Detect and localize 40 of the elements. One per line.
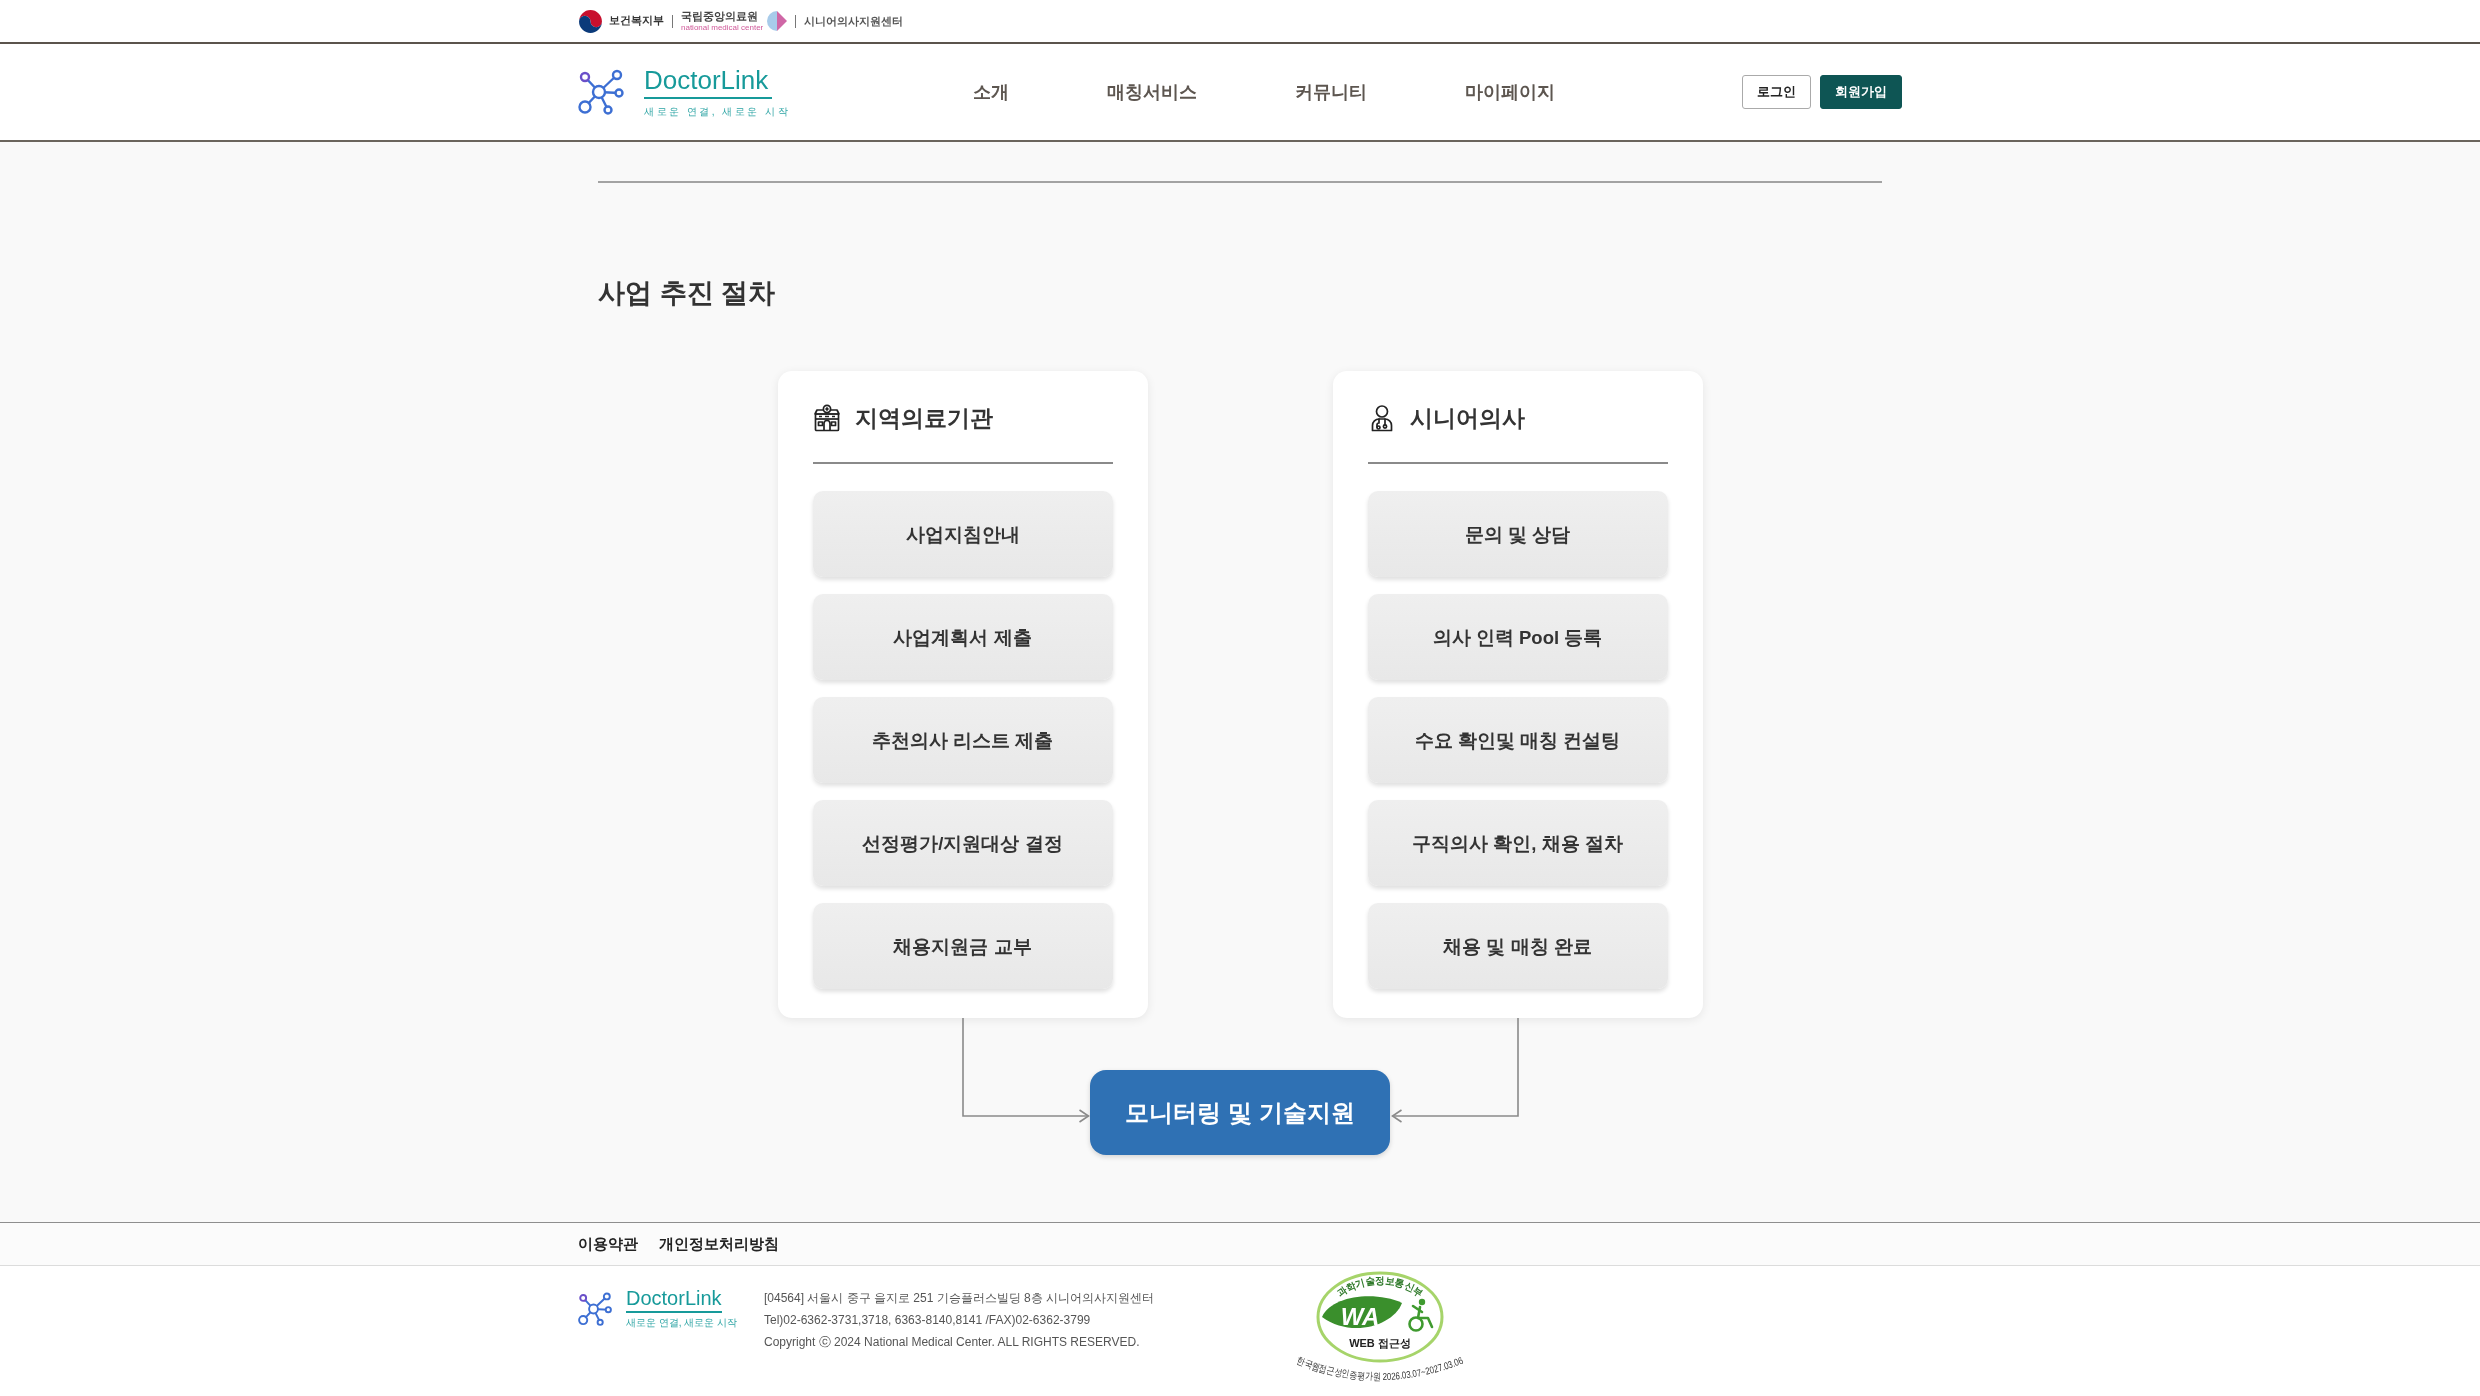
card-title: 지역의료기관 <box>854 403 993 433</box>
ministry-name: 보건복지부 <box>609 14 664 28</box>
step-item: 사업계획서 제출 <box>812 594 1113 680</box>
page-title: 사업 추진 절차 <box>598 277 775 310</box>
center-name: 시니어의사지원센터 <box>804 13 904 29</box>
half-circle-triangle-icon <box>767 10 788 32</box>
network-icon <box>578 69 624 115</box>
nav-link[interactable]: 마이페이지 <box>1465 80 1555 104</box>
swirl-emblem-icon <box>578 8 603 34</box>
wheelchair-icon <box>1408 1298 1434 1332</box>
step-item: 의사 인력 Pool 등록 <box>1367 594 1668 680</box>
logo-tagline: 새로운 연결, 새로운 시작 <box>644 104 791 119</box>
nav-link[interactable]: 소개 <box>973 80 1009 104</box>
step-item: 수요 확인및 매칭 컨설팅 <box>1367 697 1668 783</box>
step-item: 추천의사 리스트 제출 <box>812 697 1113 783</box>
card-title: 시니어의사 <box>1409 403 1525 433</box>
nav-link[interactable]: 매칭서비스 <box>1107 80 1197 104</box>
header-button[interactable]: 회원가입 <box>1820 75 1902 109</box>
logo-tagline: 새로운 연결, 새로운 시작 <box>626 1316 738 1330</box>
step-item: 선정평가/지원대상 결정 <box>812 800 1113 886</box>
footer-link[interactable]: 개인정보처리방침 <box>659 1234 779 1254</box>
hospital-icon <box>812 404 841 432</box>
step-item: 구직의사 확인, 채용 절차 <box>1367 800 1668 886</box>
badge-label: WEB 접근성 <box>1349 1337 1411 1349</box>
header-button[interactable]: 로그인 <box>1742 75 1811 109</box>
institute-name: 국립중앙의료원 <box>681 10 758 23</box>
footer-link[interactable]: 이용약관 <box>578 1234 638 1254</box>
address-line: [04564] 서울시 중구 을지로 251 기승플러스빌딩 8층 시니어의사지원센터 <box>764 1290 1156 1307</box>
nav-link[interactable]: 커뮤니티 <box>1295 80 1367 104</box>
final-step-node: 모니터링 및 기술지원 <box>1090 1070 1390 1155</box>
institute-subtitle: national medical center <box>681 23 764 32</box>
step-item: 채용지원금 교부 <box>812 903 1113 989</box>
badge-mark: WA <box>1340 1303 1380 1330</box>
step-item: 사업지침안내 <box>812 491 1113 577</box>
address-line: Tel)02-6362-3731,3718, 6363-8140,8141 /FAX)02-6362-3799 <box>764 1312 1092 1329</box>
address-line: Copyright ⓒ 2024 National Medical Center. ALL RIGHTS RESERVED. <box>764 1334 1141 1351</box>
step-item: 문의 및 상담 <box>1367 491 1668 577</box>
network-icon <box>578 1291 612 1326</box>
step-item: 채용 및 매칭 완료 <box>1367 903 1668 989</box>
logo-text: DoctorLink <box>626 1287 722 1313</box>
